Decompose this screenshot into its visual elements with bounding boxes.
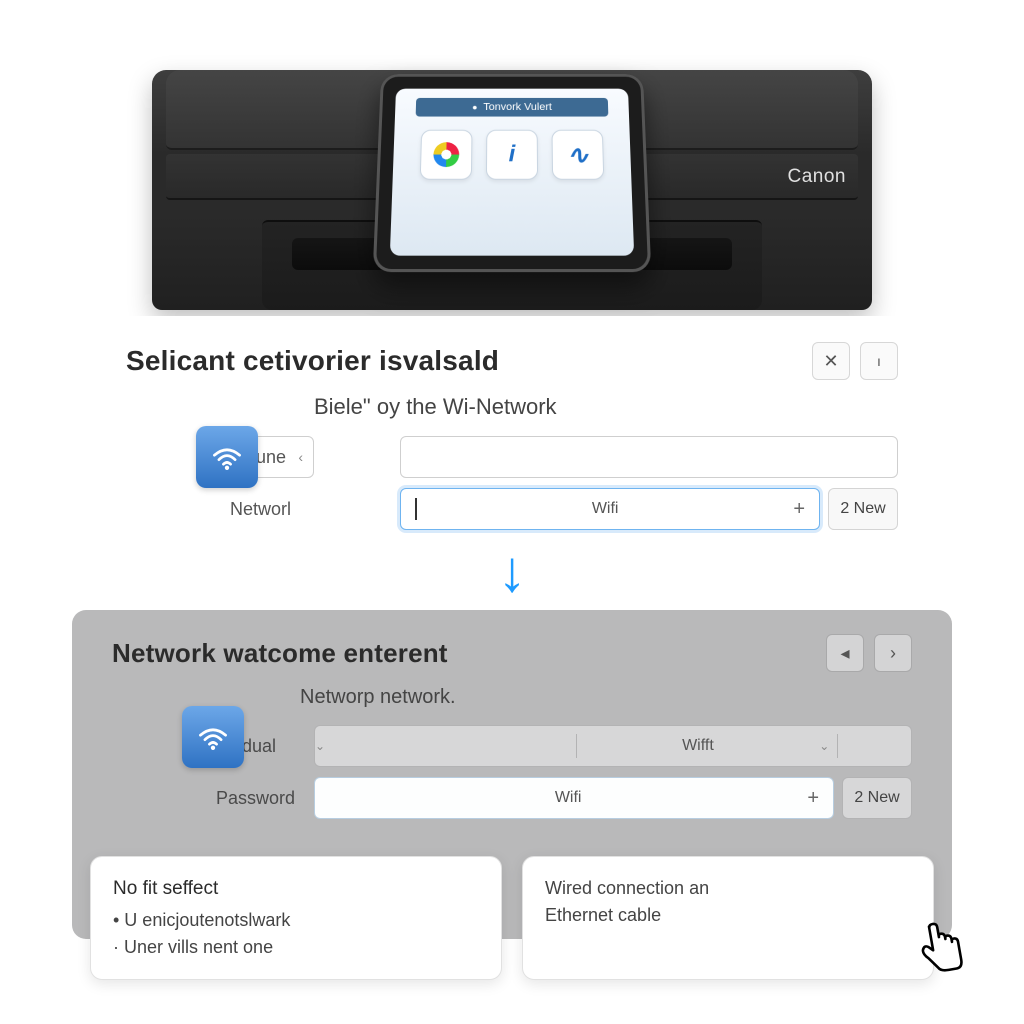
printer-screen: Tonvork Vulert i ∿ [390,89,634,256]
new-button[interactable]: 2 New [828,488,898,530]
chevron-down-icon[interactable]: ⌄ [315,739,333,753]
network-select[interactable]: Wifi + [400,488,820,530]
add-icon[interactable]: + [807,787,819,810]
password-label: Password [216,788,306,809]
panel1-subtitle: Biele" oy the Wi-Network [314,394,898,420]
new-button[interactable]: 2 New [842,777,912,819]
flune-value-input[interactable] [400,436,898,478]
card-left-line2: · Uner vills nent one [113,934,479,961]
printer-brand-label: Canon [788,166,847,188]
option-card-wired[interactable]: Wired connection an Ethernet cable [522,856,934,981]
wifi-icon[interactable]: i [486,130,538,180]
printer-screen-title: Tonvork Vulert [416,98,609,117]
add-network-icon[interactable]: + [793,498,805,521]
card-right-line2: Ethernet cable [545,902,911,929]
aladual-field[interactable]: ⌄ Wifft ⌄ [314,725,912,767]
text-cursor [415,498,417,520]
signal-icon[interactable]: ∿ [551,130,604,180]
card-left-title: No fit seffect [113,875,479,904]
printer-illustration: Canon Tonvork Vulert i ∿ [152,30,872,310]
close-button[interactable]: ✕ [812,342,850,380]
connection-options: No fit seffect • U enicjoutenotslwark · … [90,856,934,981]
help-button[interactable]: ı [860,342,898,380]
chevron-left-icon[interactable]: ‹ [298,449,303,465]
wifi-badge-icon [196,426,258,488]
chevron-right-icon: › [890,643,896,664]
panel2-subtitle: Networp network. [300,686,912,709]
wifi-badge-icon [182,706,244,768]
printer-screen-icons: i ∿ [420,130,605,180]
info-icon: ı [877,353,881,369]
card-right-line1: Wired connection an [545,875,911,902]
aladual-mid-value: Wifft [577,737,820,755]
panel1-title: Selicant cetivorier isvalsald [126,345,499,377]
palette-icon[interactable] [420,130,473,180]
chevron-left-icon: ◂ [840,643,849,664]
password-value: Wifi [555,789,582,807]
close-icon: ✕ [823,351,838,372]
next-button[interactable]: › [874,634,912,672]
panel2-title: Network watcome enterent [112,638,448,669]
network-label: Networl [230,499,392,520]
password-input[interactable]: Wifi + [314,777,834,819]
option-card-troubleshoot[interactable]: No fit seffect • U enicjoutenotslwark · … [90,856,502,981]
network-value: Wifi [592,500,619,518]
flow-arrow-icon: ↓ [498,538,527,605]
prev-button[interactable]: ◂ [826,634,864,672]
chevron-down-icon[interactable]: ⌄ [819,739,837,753]
card-left-line1: • U enicjoutenotslwark [113,907,479,934]
printer-touchscreen[interactable]: Tonvork Vulert i ∿ [373,74,652,272]
